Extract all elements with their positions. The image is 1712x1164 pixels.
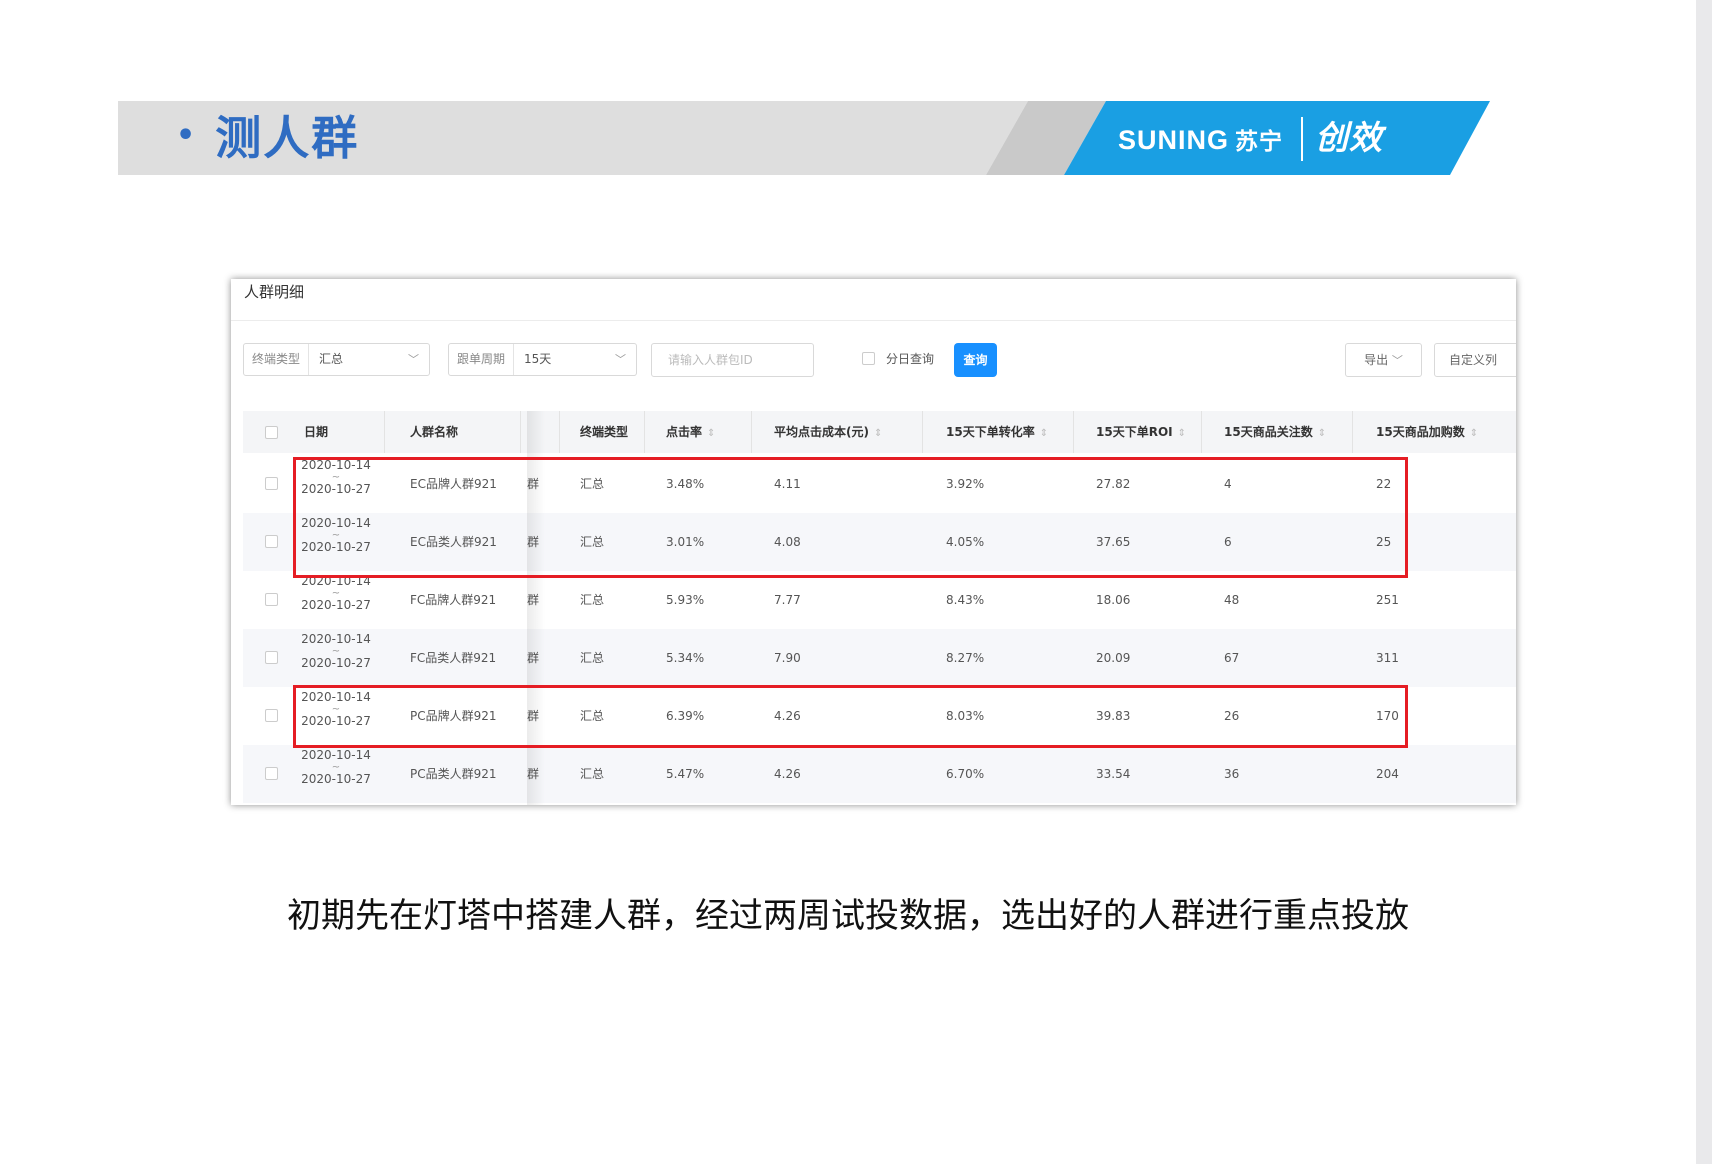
table-row[interactable]: 2020-10-14~2020-10-27 FC品类人群921 群 汇总 5.3… <box>243 629 1516 687</box>
table-header: 日期 人群名称 终端类型 点击率 ⇕ 平均点击成本(元) ⇕ 15天下单转化率 ⇕ 1… <box>243 411 1516 453</box>
row-terminal: 汇总 <box>580 593 605 607</box>
select-all-checkbox[interactable] <box>265 426 278 439</box>
slide-title: • 测人群 <box>176 101 359 175</box>
row-cpc: 4.26 <box>774 767 801 781</box>
terminal-type-label: 终端类型 <box>244 344 310 375</box>
cycle-label: 跟单周期 <box>449 344 515 375</box>
row-follow: 48 <box>1224 593 1240 607</box>
right-edge-strip <box>1696 0 1712 1164</box>
suning-logo: SUNING 苏宁 创效 <box>1118 101 1383 175</box>
col-cart[interactable]: 15天商品加购数 ⇕ <box>1376 411 1478 453</box>
row-cart: 311 <box>1376 651 1399 665</box>
logo-divider <box>1301 116 1304 161</box>
crowd-id-input[interactable]: 请输入人群包ID <box>651 343 814 377</box>
row-checkbox[interactable] <box>265 593 278 606</box>
row-crowd-name: FC品牌人群921 <box>410 593 497 607</box>
col-cpc[interactable]: 平均点击成本(元) ⇕ <box>774 411 882 453</box>
row-cart: 251 <box>1376 593 1399 607</box>
row-cvr: 8.43% <box>946 593 985 607</box>
split-by-day-label: 分日查询 <box>886 352 935 366</box>
logo-product: 创效 <box>1315 119 1384 156</box>
cycle-select[interactable]: 跟单周期 15天 ﹀ <box>448 343 637 376</box>
row-checkbox[interactable] <box>265 709 278 722</box>
row-follow: 36 <box>1224 767 1240 781</box>
query-button[interactable]: 查询 <box>954 343 997 377</box>
panel-title: 人群明细 <box>244 283 305 301</box>
row-checkbox[interactable] <box>265 477 278 490</box>
row-date: 2020-10-14 ~2020-10-27 <box>301 574 371 612</box>
row-cvr: 6.70% <box>946 767 985 781</box>
row-crowd-name: FC品类人群921 <box>410 651 497 665</box>
row-follow: 67 <box>1224 651 1240 665</box>
row-cpc: 7.77 <box>774 593 801 607</box>
crowd-detail-panel: 人群明细 终端类型 汇总 ﹀ 跟单周期 15天 ﹀ 请输入人群包ID 分日查询 查询 导… <box>231 279 1516 805</box>
title-bullet: • <box>176 117 198 153</box>
export-button[interactable]: 导出 ﹀ <box>1345 343 1422 377</box>
row-terminal: 汇总 <box>580 651 605 665</box>
row-checkbox[interactable] <box>265 767 278 780</box>
sort-icon: ⇕ <box>1039 428 1049 439</box>
chevron-down-icon: ﹀ <box>408 353 419 366</box>
row-ctr: 5.47% <box>666 767 705 781</box>
split-by-day-checkbox[interactable] <box>862 352 875 365</box>
col-crowd-name: 人群名称 <box>410 425 459 439</box>
row-checkbox[interactable] <box>265 535 278 548</box>
logo-brand-cn: 苏宁 <box>1235 128 1284 154</box>
row-date: 2020-10-14 ~2020-10-27 <box>301 632 371 670</box>
row-terminal: 汇总 <box>580 767 605 781</box>
terminal-type-select[interactable]: 终端类型 汇总 ﹀ <box>243 343 430 376</box>
sort-icon: ⇕ <box>873 428 883 439</box>
row-ctr: 5.93% <box>666 593 705 607</box>
panel-divider <box>231 320 1516 321</box>
chevron-down-icon: ﹀ <box>615 353 626 366</box>
row-crowd-name: PC品类人群921 <box>410 767 497 781</box>
terminal-type-value: 汇总 <box>319 352 344 366</box>
cycle-value: 15天 <box>524 352 552 366</box>
logo-brand: SUNING <box>1118 125 1230 155</box>
custom-columns-button[interactable]: 自定义列 <box>1434 343 1516 377</box>
row-roi: 33.54 <box>1096 767 1131 781</box>
row-roi: 20.09 <box>1096 651 1131 665</box>
sort-icon: ⇕ <box>707 428 716 439</box>
sort-icon: ⇕ <box>1317 428 1327 439</box>
row-date: 2020-10-14 ~2020-10-27 <box>301 748 371 786</box>
sort-icon: ⇕ <box>1469 428 1479 439</box>
slide-title-text: 测人群 <box>215 111 360 165</box>
table-row[interactable]: 2020-10-14~2020-10-27 FC品牌人群921 群 汇总 5.9… <box>243 571 1516 629</box>
row-cpc: 7.90 <box>774 651 801 665</box>
highlight-box-pc <box>293 685 1408 748</box>
highlight-box-ec <box>293 457 1408 578</box>
sort-icon: ⇕ <box>1177 428 1186 439</box>
col-date: 日期 <box>304 425 329 439</box>
row-roi: 18.06 <box>1096 593 1131 607</box>
col-roi[interactable]: 15天下单ROI ⇕ <box>1096 411 1186 453</box>
chevron-down-icon: ﹀ <box>1391 354 1403 367</box>
col-ctr[interactable]: 点击率 ⇕ <box>666 411 715 453</box>
col-terminal-type: 终端类型 <box>580 425 629 439</box>
row-checkbox[interactable] <box>265 651 278 664</box>
row-cart: 204 <box>1376 767 1399 781</box>
row-cvr: 8.27% <box>946 651 985 665</box>
slide-caption: 初期先在灯塔中搭建人群，经过两周试投数据，选出好的人群进行重点投放 <box>287 896 1409 936</box>
col-cvr[interactable]: 15天下单转化率 ⇕ <box>946 411 1048 453</box>
col-follow[interactable]: 15天商品关注数 ⇕ <box>1224 411 1326 453</box>
export-label: 导出 <box>1364 353 1389 367</box>
row-ctr: 5.34% <box>666 651 705 665</box>
table-row[interactable]: 2020-10-14~2020-10-27 PC品类人群921 群 汇总 5.4… <box>243 745 1516 803</box>
